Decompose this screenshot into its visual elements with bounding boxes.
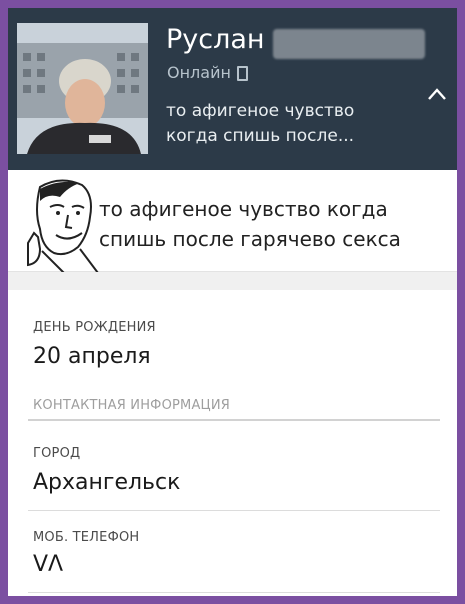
status-quote: то афигеное чувство когда спишь после га… <box>8 174 457 273</box>
profile-card: Руслан Онлайн то афигеное чувство когда … <box>8 8 457 596</box>
contact-name: Руслан <box>166 24 265 55</box>
city-value[interactable]: Архангельск <box>33 470 180 495</box>
phone-icon <box>236 66 248 81</box>
avatar[interactable] <box>17 23 148 154</box>
profile-header: Руслан Онлайн то афигеное чувство когда … <box>8 8 457 170</box>
meme-face-icon <box>27 179 99 273</box>
row-divider <box>28 592 440 593</box>
section-gap <box>8 272 457 290</box>
online-status: Онлайн <box>167 63 248 83</box>
status-message-preview: то афигеное чувство когда спишь после... <box>166 101 355 146</box>
birthday-value: 20 апреля <box>33 344 151 369</box>
chevron-up-icon[interactable] <box>426 86 448 102</box>
profile-info: ДЕНЬ РОЖДЕНИЯ 20 апреля КОНТАКТНАЯ ИНФОР… <box>8 290 457 596</box>
blurred-surname <box>273 29 425 59</box>
section-divider <box>28 419 440 421</box>
contact-section-header: КОНТАКТНАЯ ИНФОРМАЦИЯ <box>33 398 230 413</box>
birthday-label: ДЕНЬ РОЖДЕНИЯ <box>33 320 156 335</box>
city-label: ГОРОД <box>33 446 81 461</box>
online-status-text: Онлайн <box>167 63 231 82</box>
quote-text: то афигеное чувство когда спишь после га… <box>99 197 401 251</box>
phone-label: МОБ. ТЕЛЕФОН <box>33 530 140 545</box>
row-divider <box>28 510 440 511</box>
phone-value[interactable]: VΛ <box>33 552 63 577</box>
